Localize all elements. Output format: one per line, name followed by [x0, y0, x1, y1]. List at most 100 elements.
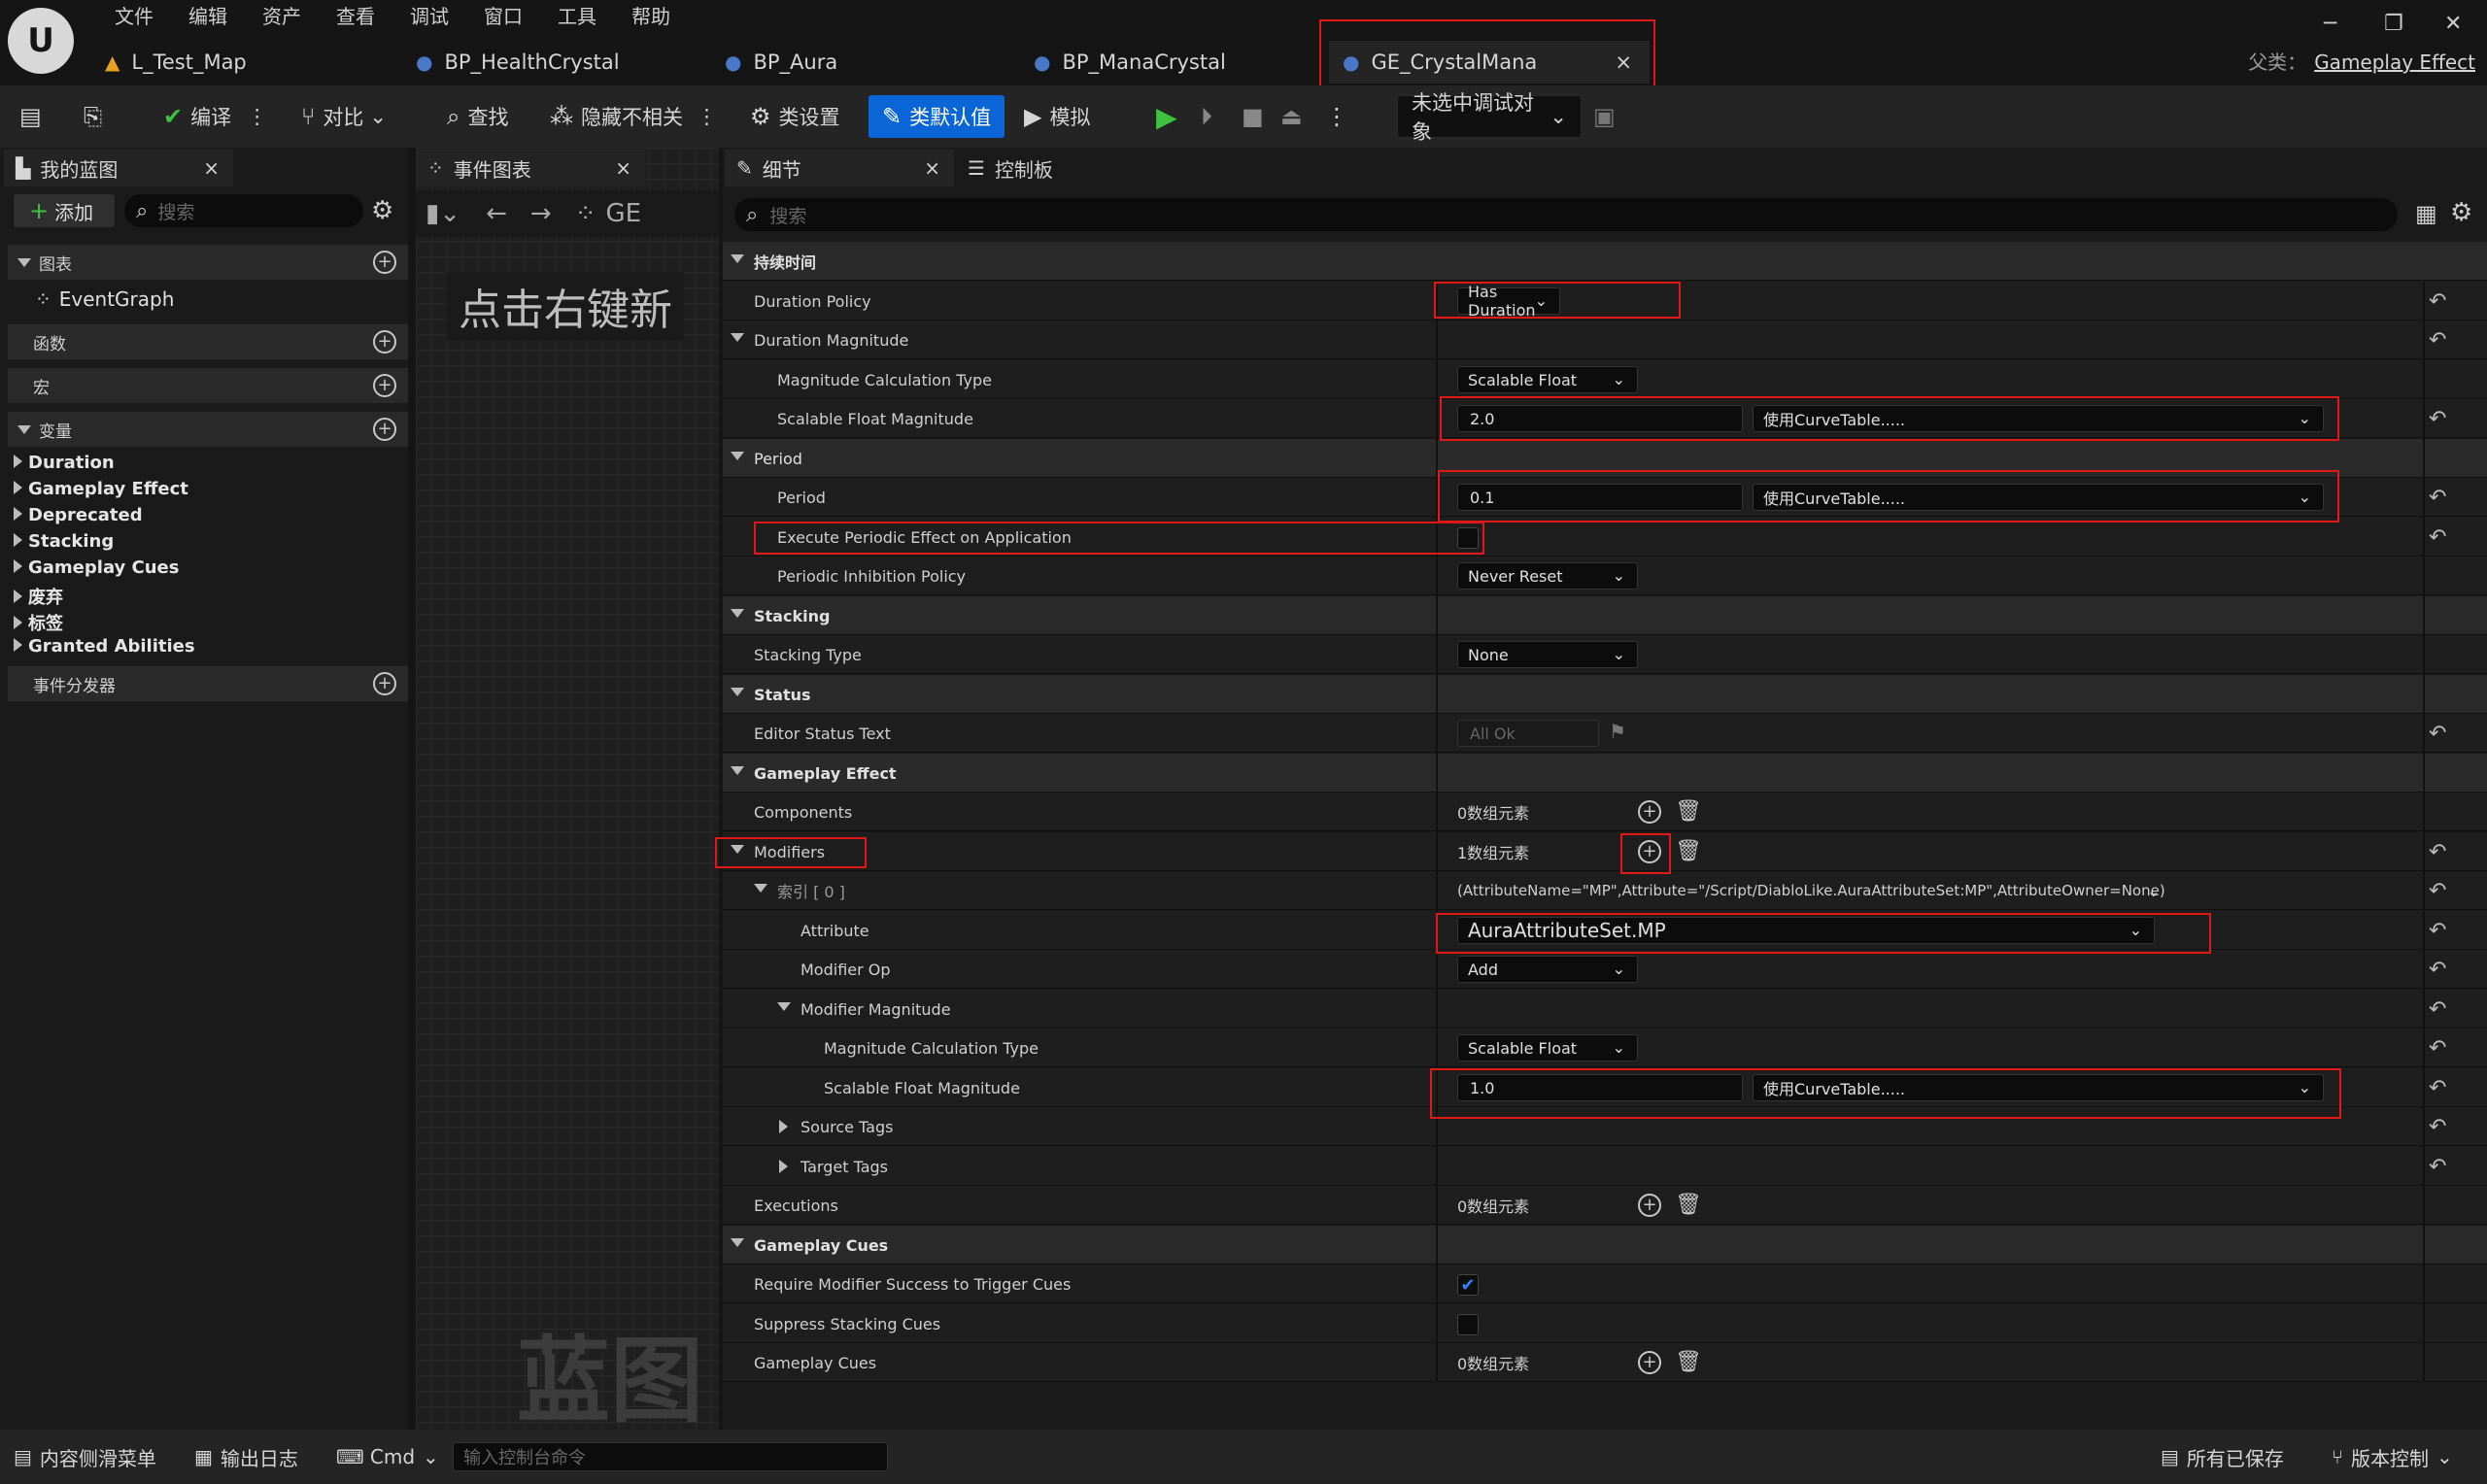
row-duration-magnitude[interactable]: Duration Magnitude ↶: [723, 320, 2487, 359]
more-icon[interactable]: ⋮: [247, 105, 267, 128]
attribute-select[interactable]: AuraAttributeSet.MP ⌄: [1457, 917, 2155, 944]
cmd-select[interactable]: ⌨ Cmd ⌄: [336, 1437, 439, 1476]
reset-icon[interactable]: ↶: [2429, 525, 2446, 550]
add-button[interactable]: + 添加: [14, 194, 115, 227]
details-search-input[interactable]: ⌕ 搜索: [734, 198, 2398, 231]
unreal-logo[interactable]: U: [8, 8, 74, 74]
tab-palette[interactable]: ☰ 控制板: [968, 150, 1053, 186]
modifier-value-input[interactable]: 1.0: [1457, 1074, 1743, 1101]
save-icon[interactable]: ▤: [19, 95, 50, 138]
category-duration[interactable]: 持续时间: [723, 242, 2487, 281]
restore-icon[interactable]: ❐: [2384, 12, 2403, 36]
section-variables[interactable]: 变量 +: [8, 412, 408, 447]
category-period[interactable]: Period: [723, 439, 2487, 478]
trash-icon[interactable]: 🗑: [1675, 839, 1702, 863]
trash-icon[interactable]: 🗑: [1675, 1193, 1702, 1217]
compile-button[interactable]: ✔ 编译 ⋮: [163, 95, 267, 138]
stacking-type-select[interactable]: None ⌄: [1457, 641, 1638, 668]
curve-table-select[interactable]: 使用CurveTable..... ⌄: [1753, 484, 2324, 511]
duration-value-input[interactable]: 2.0: [1457, 405, 1743, 432]
back-arrow-icon[interactable]: ←: [486, 199, 507, 228]
row-index-0[interactable]: 索引 [ 0 ] (AttributeName="MP",Attribute="…: [723, 871, 2487, 910]
tab-l-test-map[interactable]: ▲ L_Test_Map: [105, 43, 247, 82]
reset-icon[interactable]: ↶: [2429, 486, 2446, 510]
curve-table-select[interactable]: 使用CurveTable..... ⌄: [1753, 405, 2324, 432]
add-element-icon[interactable]: +: [1638, 1194, 1661, 1217]
variable-category[interactable]: Stacking: [14, 531, 114, 552]
browse-icon[interactable]: ⎘: [84, 95, 110, 138]
add-element-icon[interactable]: +: [1638, 1351, 1661, 1374]
tab-bp-aura[interactable]: ● BP_Aura: [725, 43, 837, 82]
add-element-icon[interactable]: +: [1638, 800, 1661, 824]
menu-edit[interactable]: 编辑: [171, 2, 245, 31]
source-control-button[interactable]: ⑂ 版本控制 ⌄: [2332, 1437, 2453, 1476]
output-log-button[interactable]: ▦ 输出日志: [194, 1437, 298, 1476]
menu-file[interactable]: 文件: [97, 2, 171, 31]
require-modifier-checkbox[interactable]: ✔: [1457, 1274, 1479, 1296]
reset-icon[interactable]: ↶: [2429, 1155, 2446, 1179]
reset-icon[interactable]: ↶: [2429, 997, 2446, 1022]
chevron-down-icon[interactable]: ⌄: [2147, 871, 2160, 910]
variable-category[interactable]: Granted Abilities: [14, 636, 195, 657]
add-macro-icon[interactable]: +: [373, 374, 396, 397]
event-graph-canvas[interactable]: [416, 148, 719, 1430]
variable-category[interactable]: Gameplay Effect: [14, 479, 188, 499]
suppress-stacking-checkbox[interactable]: [1457, 1314, 1479, 1335]
tab-bp-healthcrystal[interactable]: ● BP_HealthCrystal: [416, 43, 620, 82]
category-gameplay-cues[interactable]: Gameplay Cues: [723, 1226, 2487, 1265]
mag-calc-type-select[interactable]: Scalable Float ⌄: [1457, 366, 1638, 393]
reset-icon[interactable]: ↶: [2429, 919, 2446, 943]
close-icon[interactable]: ×: [924, 156, 940, 180]
diff-button[interactable]: ⑂ 对比 ⌄: [301, 95, 387, 138]
close-icon[interactable]: ×: [615, 156, 631, 180]
variable-category[interactable]: 标签: [14, 610, 63, 635]
category-status[interactable]: Status: [723, 675, 2487, 714]
gear-icon[interactable]: ⚙: [371, 196, 393, 225]
category-gameplay-effect[interactable]: Gameplay Effect: [723, 754, 2487, 793]
step-icon[interactable]: ⏵: [1201, 95, 1220, 138]
add-element-icon[interactable]: +: [1638, 840, 1661, 863]
add-graph-icon[interactable]: +: [373, 251, 396, 274]
tab-event-graph[interactable]: ⁘ 事件图表 ×: [416, 150, 645, 186]
add-dispatcher-icon[interactable]: +: [373, 672, 396, 695]
column-splitter[interactable]: [1436, 282, 1438, 1382]
execute-periodic-checkbox[interactable]: [1457, 527, 1479, 549]
add-variable-icon[interactable]: +: [373, 418, 396, 441]
tab-bp-manacrystal[interactable]: ● BP_ManaCrystal: [1034, 43, 1226, 82]
menu-view[interactable]: 查看: [319, 2, 392, 31]
menu-tools[interactable]: 工具: [540, 2, 614, 31]
stop-icon[interactable]: ■: [1242, 95, 1272, 138]
section-event-dispatchers[interactable]: 事件分发器 +: [8, 666, 408, 701]
debug-icon[interactable]: ▣: [1593, 95, 1623, 138]
column-splitter[interactable]: [2423, 282, 2425, 1382]
duration-policy-select[interactable]: Has Duration ⌄: [1457, 283, 1560, 320]
tab-my-blueprint[interactable]: ▙ 我的蓝图 ×: [4, 150, 233, 186]
reset-icon[interactable]: ↶: [2429, 328, 2446, 353]
variable-category[interactable]: Deprecated: [14, 505, 143, 525]
more-icon[interactable]: ⋮: [1325, 95, 1356, 138]
reset-icon[interactable]: ↶: [2429, 958, 2446, 982]
menu-help[interactable]: 帮助: [614, 2, 688, 31]
row-modifiers[interactable]: Modifiers 1数组元素 + 🗑 ↶: [723, 832, 2487, 871]
reset-icon[interactable]: ↶: [2429, 879, 2446, 903]
period-value-input[interactable]: 0.1: [1457, 484, 1743, 511]
blueprint-search-input[interactable]: ⌕ 搜索: [124, 194, 363, 227]
forward-arrow-icon[interactable]: →: [530, 199, 552, 228]
menu-asset[interactable]: 资产: [245, 2, 319, 31]
section-functions[interactable]: 函数 +: [8, 324, 408, 359]
tab-details[interactable]: ✎ 细节 ×: [725, 150, 954, 186]
gear-icon[interactable]: ⚙: [2450, 198, 2472, 227]
reset-icon[interactable]: ↶: [2429, 840, 2446, 864]
play-icon[interactable]: ▶: [1156, 95, 1185, 138]
variable-category[interactable]: Duration: [14, 453, 115, 473]
row-target-tags[interactable]: Target Tags ↶: [723, 1147, 2487, 1186]
close-icon[interactable]: ×: [203, 156, 220, 180]
close-icon[interactable]: ×: [1615, 51, 1632, 74]
close-window-icon[interactable]: ✕: [2444, 12, 2462, 36]
simulate-button[interactable]: ▶ 模拟: [1024, 95, 1090, 138]
hide-unrelated-button[interactable]: ⁂ 隐藏不相关 ⋮: [550, 95, 717, 138]
reset-icon[interactable]: ↶: [2429, 407, 2446, 431]
mod-calc-type-select[interactable]: Scalable Float ⌄: [1457, 1034, 1638, 1062]
row-modifier-magnitude[interactable]: Modifier Magnitude ↶: [723, 990, 2487, 1029]
modifier-op-select[interactable]: Add ⌄: [1457, 956, 1638, 983]
